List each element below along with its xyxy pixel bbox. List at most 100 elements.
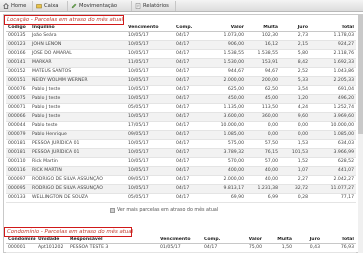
locacao-table: Código Inquilino Vencimento Comp. Valor … <box>6 25 356 203</box>
table-cell: 1.530,00 <box>202 58 246 68</box>
table-cell: 04/17 <box>174 130 202 140</box>
table-cell: 000076 <box>6 85 30 95</box>
table-row[interactable]: 000076 Pablo J teste 10/05/17 04/17 625,00 62… <box>6 85 356 95</box>
table-cell: 000116 <box>6 166 30 176</box>
condominio-table: Condomínio Unidade Responsável Venciment… <box>6 237 356 253</box>
table-cell: 2.000,00 <box>202 76 246 86</box>
table-cell: 1,52 <box>280 157 310 167</box>
table-cell: 2.205,33 <box>310 76 356 86</box>
table-cell: 09/05/17 <box>126 175 174 185</box>
table-cell: 05/05/17 <box>126 193 174 203</box>
table-cell: 1.178,03 <box>310 31 356 41</box>
table-cell: 04/17 <box>174 166 202 176</box>
table-cell: PESSOA JURÍDICA 01 <box>30 148 126 158</box>
table-row[interactable]: 000001 Apt101202 PESSOA TESTE 3 01/05/17 04/… <box>6 243 356 253</box>
table-cell: 000181 <box>6 139 30 149</box>
table-cell: 11.077,27 <box>310 184 356 194</box>
tab-home[interactable]: Home <box>0 1 33 11</box>
table-cell: 575,00 <box>202 139 246 149</box>
table-cell: 04/17 <box>174 67 202 77</box>
table-row[interactable]: 000116 RICK MARTIN 10/05/17 04/17 400,00 40,0… <box>6 166 356 176</box>
table-row[interactable]: 000151 NEIDY WOLMM WERNER 10/05/17 04/17 2.0… <box>6 76 356 86</box>
table-row[interactable]: 000123 JOHN LENON 10/05/17 04/17 906,00 16,12… <box>6 40 356 50</box>
table-row[interactable]: 000097 RODRIGO DE SILVA ASSUNÇÃO 09/05/17 0… <box>6 175 356 185</box>
tab-caixa-label: Caixa <box>44 3 59 9</box>
table-cell: 000066 <box>6 112 30 122</box>
table-cell: 3,54 <box>280 85 310 95</box>
tab-movimentacao[interactable]: Movimentação <box>68 1 132 11</box>
table-row[interactable]: 000095 RODRIGO DE SILVA ASSUNÇÃO 10/05/17 0… <box>6 184 356 194</box>
tab-home-label: Home <box>11 3 27 9</box>
table-cell: 04/17 <box>174 94 202 104</box>
table-cell: 2,27 <box>280 175 310 185</box>
table-cell: 04/17 <box>174 193 202 203</box>
table-row[interactable]: 000044 Pablo teste 17/05/17 04/17 10.000,00 0… <box>6 121 356 131</box>
tab-caixa[interactable]: Caixa <box>33 1 68 11</box>
table-cell: 04/17 <box>174 148 202 158</box>
table-cell: 10.000,00 <box>310 121 356 131</box>
table-row[interactable]: 000181 PESSOA JURÍDICA 01 10/05/17 04/17 575… <box>6 139 356 149</box>
table-cell: 906,00 <box>202 40 246 50</box>
table-cell: 04/17 <box>174 184 202 194</box>
table-cell: 05/05/17 <box>126 103 174 113</box>
table-cell: 10/05/17 <box>126 157 174 167</box>
table-cell: 628,52 <box>310 157 356 167</box>
table-cell: 000044 <box>6 121 30 131</box>
table-row[interactable]: 000135 João Seára 10/05/17 04/17 1.073,00 102… <box>6 31 356 41</box>
table-cell: 0,28 <box>280 193 310 203</box>
table-row[interactable]: 000152 MATEUS SANTOS 10/05/17 04/17 944,67 94… <box>6 67 356 77</box>
table-cell: Pablo Henrique <box>30 130 126 140</box>
table-row[interactable]: 000133 WELLINGTON DE SOUZA 05/05/17 04/17 69… <box>6 193 356 203</box>
table-cell: 360,00 <box>246 112 280 122</box>
table-cell: 10/05/17 <box>126 31 174 41</box>
table-cell: 9.813,17 <box>202 184 246 194</box>
tab-relatorios[interactable]: Relatórios <box>132 1 176 11</box>
table-row[interactable]: 000166 JOSE DO AMARAL 10/05/17 04/17 1.538,5… <box>6 49 356 59</box>
table-cell: 400,00 <box>202 166 246 176</box>
table-cell: 200,00 <box>246 76 280 86</box>
table-cell: 04/17 <box>174 85 202 95</box>
table-row[interactable]: 000181 PESSOA JURÍDICA 01 10/05/17 04/17 3.7… <box>6 148 356 158</box>
scrollbar-thumb[interactable] <box>358 14 363 134</box>
table-row[interactable]: 000079 Pablo Henrique 09/05/17 04/17 1.085,0… <box>6 130 356 140</box>
table-cell: WELLINGTON DE SOUZA <box>30 193 126 203</box>
table-cell: 1.231,38 <box>246 184 280 194</box>
table-cell: 04/17 <box>174 76 202 86</box>
table-cell: 1,20 <box>280 94 310 104</box>
table-cell: RICK MARTIN <box>30 166 126 176</box>
table-cell: 10/05/17 <box>126 94 174 104</box>
table-cell: 944,67 <box>202 67 246 77</box>
col-condominio[interactable]: Condomínio <box>6 237 36 244</box>
table-cell: 57,00 <box>246 157 280 167</box>
table-row[interactable]: 000141 MARKAR 11/05/17 04/17 1.530,00 153,91 8… <box>6 58 356 68</box>
table-cell: 09/05/17 <box>126 130 174 140</box>
table-cell: 4,24 <box>280 103 310 113</box>
table-cell: João Seára <box>30 31 126 41</box>
table-cell: 000110 <box>6 157 30 167</box>
table-cell: 10/05/17 <box>126 166 174 176</box>
table-row[interactable]: 000071 Pablo J teste 05/05/17 04/17 1.135,00… <box>6 103 356 113</box>
more-locacao-link[interactable]: Ver mais parcelas em atraso do mês atual <box>110 208 218 213</box>
table-cell: 04/17 <box>174 31 202 41</box>
table-cell: 625,00 <box>202 85 246 95</box>
table-cell: 000097 <box>6 175 30 185</box>
table-cell: 570,00 <box>202 157 246 167</box>
table-cell: Apt101202 <box>36 243 68 253</box>
table-row[interactable]: 000075 Pablo J teste 10/05/17 04/17 450,00 45… <box>6 94 356 104</box>
table-cell: 04/17 <box>174 139 202 149</box>
table-cell: 62,50 <box>246 85 280 95</box>
table-cell: RODRIGO DE SILVA ASSUNÇÃO <box>30 184 126 194</box>
table-cell: Pablo J teste <box>30 94 126 104</box>
table-cell: 000135 <box>6 31 30 41</box>
table-cell: MARKAR <box>30 58 126 68</box>
table-cell: 04/17 <box>174 58 202 68</box>
table-cell: 04/17 <box>174 175 202 185</box>
table-cell: 000133 <box>6 193 30 203</box>
table-row[interactable]: 000066 Pablo J teste 10/05/17 04/17 3.600,00… <box>6 112 356 122</box>
table-row[interactable]: 000110 Rick Martin 10/05/17 04/17 570,00 57,0… <box>6 157 356 167</box>
table-cell: 000166 <box>6 49 30 59</box>
table-cell: 1.085,00 <box>202 130 246 140</box>
table-cell: 1.252,74 <box>310 103 356 113</box>
table-cell: 496,20 <box>310 94 356 104</box>
edit-icon <box>71 3 77 9</box>
